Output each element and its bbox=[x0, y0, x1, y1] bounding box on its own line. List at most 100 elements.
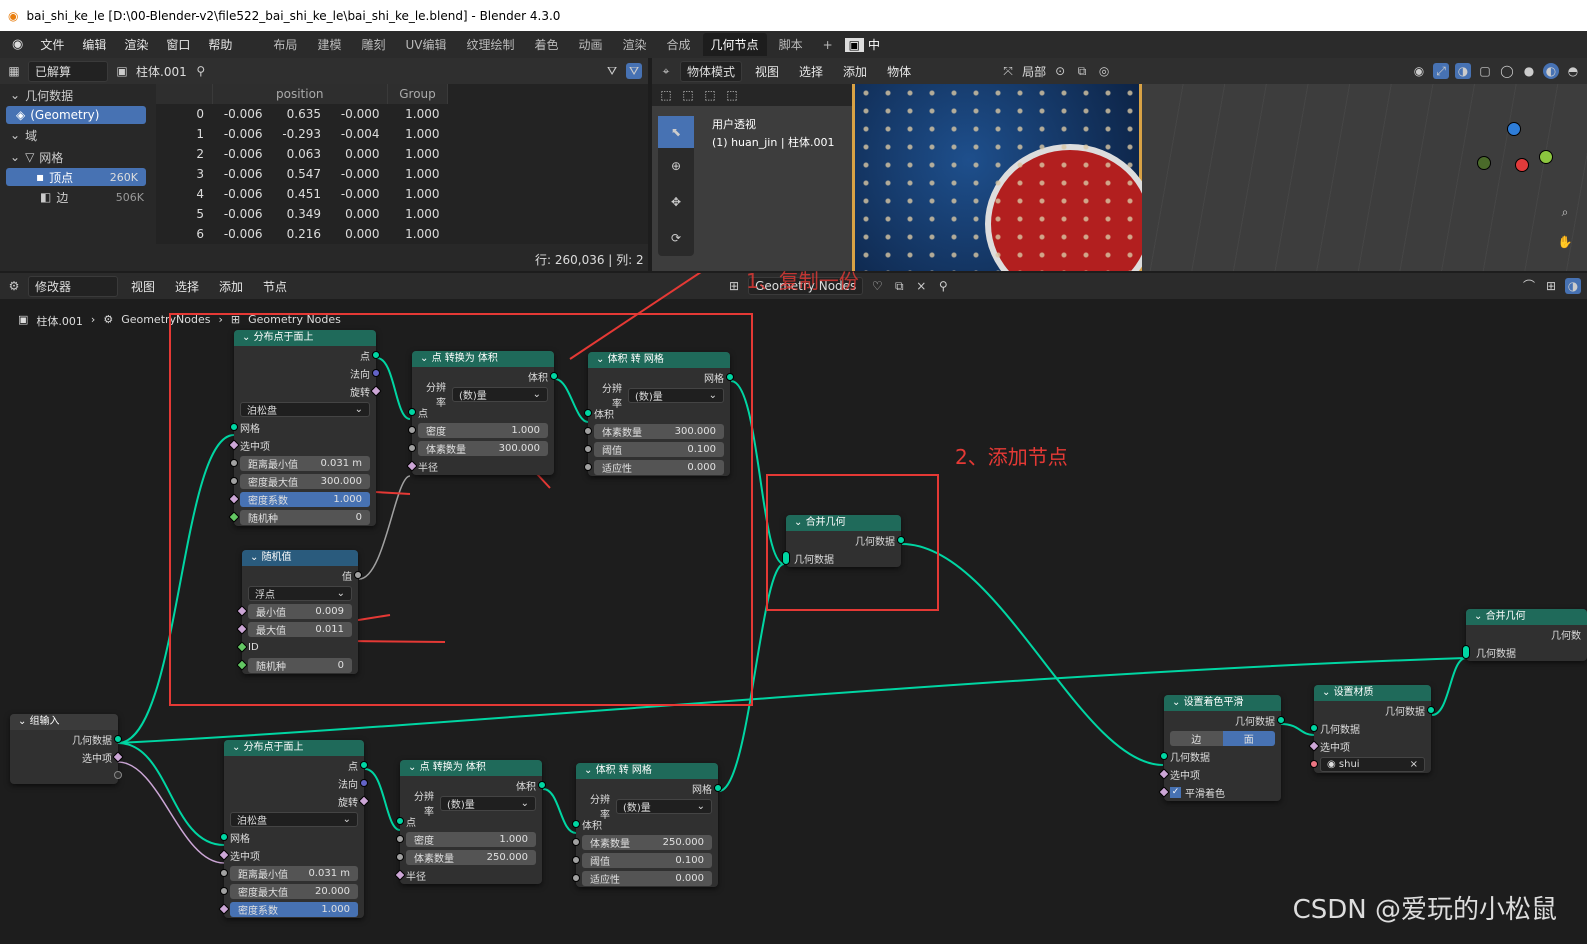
checkbox-icon[interactable]: ✓ bbox=[1170, 786, 1181, 798]
gizmo-icon[interactable]: ⤢ bbox=[1433, 63, 1449, 79]
filter-icon[interactable]: ⛛ bbox=[626, 63, 642, 79]
transform-orientation-icon[interactable]: ⤧ bbox=[1000, 63, 1016, 79]
tab-scripting[interactable]: 脚本 bbox=[771, 33, 811, 56]
selection-filter-icon[interactable]: ⛛ bbox=[604, 63, 620, 79]
tree-edge[interactable]: ◧ 边 506K bbox=[0, 186, 152, 208]
data-type-dropdown[interactable]: 浮点 ⌄ bbox=[248, 585, 352, 601]
input-socket[interactable] bbox=[220, 833, 228, 841]
voxel-amount-field[interactable]: 体素数量 300.000 bbox=[594, 423, 724, 439]
tab-shading[interactable]: 着色 bbox=[526, 33, 566, 56]
resolution-dropdown[interactable]: (数)量 ⌄ bbox=[628, 387, 724, 403]
tree-mesh[interactable]: ⌄ ▽ 网格 bbox=[0, 146, 152, 168]
viewport-menu-add[interactable]: 添加 bbox=[836, 60, 874, 83]
select-box-icon[interactable]: ⬚ bbox=[658, 87, 674, 103]
editor-type-icon[interactable]: ▦ bbox=[6, 63, 22, 79]
node-volume-to-mesh-2[interactable]: ⌄ 体积 转 网格 网格 分辨率 (数)量 ⌄ 体积 体素数量 250.000 阈值 0… bbox=[572, 763, 722, 887]
output-socket[interactable] bbox=[550, 372, 558, 380]
adaptivity-field[interactable]: 适应性 0.000 bbox=[594, 459, 724, 475]
local-dropdown[interactable]: 局部 bbox=[1022, 63, 1046, 80]
node-join-geometry[interactable]: ⌄ 合并几何 几何数 几何数据 bbox=[1462, 609, 1587, 661]
tab-uv-editing[interactable]: UV编辑 bbox=[397, 33, 454, 56]
density-field[interactable]: 密度 1.000 bbox=[406, 831, 536, 847]
density-max-field[interactable]: 密度最大值 20.000 bbox=[230, 883, 358, 899]
output-socket[interactable] bbox=[114, 771, 122, 779]
z-axis-icon[interactable] bbox=[1507, 122, 1521, 136]
node-points-to-volume[interactable]: ⌄ 点 转换为 体积 体积 分辨率 (数)量 ⌄ 点 密度 1.000 体素数量 300… bbox=[406, 351, 558, 475]
x-axis-icon[interactable] bbox=[1515, 158, 1529, 172]
output-socket[interactable] bbox=[897, 536, 905, 544]
input-socket[interactable] bbox=[584, 409, 592, 417]
domain-face-button[interactable]: 面 bbox=[1222, 730, 1275, 746]
node-header[interactable]: ⌄ 合并几何 bbox=[1466, 609, 1587, 625]
node-header[interactable]: ⌄ 组输入 bbox=[10, 714, 118, 730]
select-extend-icon[interactable]: ⬚ bbox=[680, 87, 696, 103]
material-field[interactable]: ◉ shui × bbox=[1320, 756, 1425, 772]
threshold-field[interactable]: 阈值 0.100 bbox=[582, 852, 712, 868]
input-socket[interactable] bbox=[782, 551, 790, 565]
pin-icon[interactable]: ⚲ bbox=[193, 63, 209, 79]
output-socket[interactable] bbox=[360, 761, 368, 769]
y-axis-icon[interactable] bbox=[1539, 150, 1553, 164]
tab-rendering[interactable]: 渲染 bbox=[615, 33, 655, 56]
node-header[interactable]: ⌄ 设置材质 bbox=[1314, 685, 1431, 701]
editor-type-icon[interactable]: ⌖ bbox=[658, 63, 674, 79]
output-socket[interactable] bbox=[372, 369, 380, 377]
render-shading-icon[interactable]: ◓ bbox=[1565, 63, 1581, 79]
voxel-amount-field[interactable]: 体素数量 250.000 bbox=[406, 849, 536, 865]
solid-shading-icon[interactable]: ● bbox=[1521, 63, 1537, 79]
overlay-icon[interactable]: ◑ bbox=[1455, 63, 1471, 79]
input-socket[interactable] bbox=[230, 423, 238, 431]
input-socket[interactable] bbox=[1160, 752, 1168, 760]
snap-icon[interactable]: ⧉ bbox=[1074, 63, 1090, 79]
tab-layout[interactable]: 布局 bbox=[265, 33, 305, 56]
node-header[interactable]: ⌄ 设置着色平滑 bbox=[1164, 695, 1281, 711]
move-tool-icon[interactable]: ✥ bbox=[658, 184, 694, 220]
node-group-input[interactable]: ⌄ 组输入 几何数据 选中项 bbox=[10, 714, 124, 784]
density-factor-field[interactable]: 密度系数 1.000 bbox=[230, 901, 358, 917]
pivot-icon[interactable]: ⊙ bbox=[1052, 63, 1068, 79]
node-editor[interactable]: ⚙ 修改器 视图 选择 添加 节点 ⊞ Geometry Nodes ♡ ⧉ ×… bbox=[0, 269, 1587, 944]
tab-sculpting[interactable]: 雕刻 bbox=[353, 33, 393, 56]
domain-edge-button[interactable]: 边 bbox=[1170, 730, 1223, 746]
method-dropdown[interactable]: 泊松盘 ⌄ bbox=[240, 401, 370, 417]
select-invert-icon[interactable]: ⬚ bbox=[724, 87, 740, 103]
node-header[interactable]: ⌄ 随机值 bbox=[242, 550, 358, 566]
node-volume-to-mesh[interactable]: ⌄ 体积 转 网格 网格 分辨率 (数)量 ⌄ 体积 体素数量 300.000 阈值 0… bbox=[584, 352, 734, 476]
cursor-tool-icon[interactable]: ⊕ bbox=[658, 148, 694, 184]
resolution-dropdown[interactable]: (数)量 ⌄ bbox=[452, 386, 548, 402]
distance-min-field[interactable]: 距离最小值 0.031 m bbox=[240, 455, 370, 471]
nav-gizmo[interactable] bbox=[1477, 122, 1557, 202]
add-workspace-icon[interactable]: + bbox=[815, 35, 841, 55]
input-socket[interactable] bbox=[572, 820, 580, 828]
neg-y-axis-icon[interactable] bbox=[1477, 156, 1491, 170]
node-random-value[interactable]: ⌄ 随机值 值 浮点 ⌄ 最小值 0.009 最大值 0.011 ID 随机种 0 bbox=[236, 550, 362, 674]
tree-domain[interactable]: ⌄ 域 bbox=[0, 124, 152, 146]
proportional-icon[interactable]: ◎ bbox=[1096, 63, 1112, 79]
close-icon[interactable]: × bbox=[1410, 759, 1418, 770]
output-socket[interactable] bbox=[1277, 716, 1285, 724]
node-points-to-volume-2[interactable]: ⌄ 点 转换为 体积 体积 分辨率 (数)量 ⌄ 点 密度 1.000 体素数量 250… bbox=[394, 760, 546, 884]
output-socket[interactable] bbox=[372, 351, 380, 359]
tab-compositing[interactable]: 合成 bbox=[659, 33, 699, 56]
3d-viewport[interactable]: ⌖ 物体模式 视图 选择 添加 物体 ⤧ 局部 ⊙ ⧉ ◎ ◉ ⤢ ◑ ▢ ◯ … bbox=[652, 58, 1587, 271]
seed-field[interactable]: 随机种 0 bbox=[248, 657, 352, 673]
tab-modeling[interactable]: 建模 bbox=[309, 33, 349, 56]
node-header[interactable]: ⌄ 分布点于面上 bbox=[234, 330, 376, 346]
menu-window[interactable]: 窗口 bbox=[159, 33, 197, 56]
node-distribute-points-2[interactable]: ⌄ 分布点于面上 点 法向 旋转 泊松盘 ⌄ 网格 选中项 距离最小值 0.031 … bbox=[218, 740, 370, 918]
adaptivity-field[interactable]: 适应性 0.000 bbox=[582, 870, 712, 886]
output-socket[interactable] bbox=[1427, 706, 1435, 714]
select-subtract-icon[interactable]: ⬚ bbox=[702, 87, 718, 103]
input-socket[interactable] bbox=[1310, 724, 1318, 732]
node-header[interactable]: ⌄ 体积 转 网格 bbox=[588, 352, 730, 368]
input-socket[interactable] bbox=[1462, 645, 1470, 659]
output-socket[interactable] bbox=[354, 571, 362, 579]
rotate-tool-icon[interactable]: ⟳ bbox=[658, 220, 694, 256]
tab-texture-paint[interactable]: 纹理绘制 bbox=[458, 33, 522, 56]
object-mode-dropdown[interactable]: 物体模式 bbox=[680, 60, 743, 82]
viewport-menu-view[interactable]: 视图 bbox=[748, 60, 786, 83]
node-header[interactable]: ⌄ 点 转换为 体积 bbox=[400, 760, 542, 776]
density-field[interactable]: 密度 1.000 bbox=[418, 422, 548, 438]
wireframe-shading-icon[interactable]: ◯ bbox=[1499, 63, 1515, 79]
node-set-material[interactable]: ⌄ 设置材质 几何数据 几何数据 选中项 ◉ shui × bbox=[1308, 685, 1435, 773]
